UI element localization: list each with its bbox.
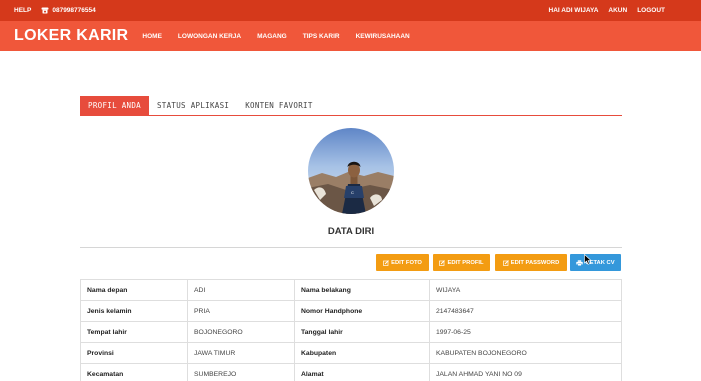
edit-icon [383, 259, 389, 266]
field-label: Tempat lahir [80, 321, 188, 343]
edit-profile-label: EDIT PROFIL [447, 259, 484, 266]
edit-icon [502, 259, 509, 266]
nav-entrepreneurship[interactable]: KEWIRUSAHAAN [356, 33, 410, 40]
top-bar-left: HELP 087998776554 [14, 7, 96, 14]
top-bar: HELP 087998776554 HAI ADI WIJAYA AKUN LO… [0, 0, 701, 21]
field-value: PRIA [187, 300, 295, 322]
edit-photo-label: EDIT FOTO [391, 259, 422, 266]
field-value: KABUPATEN BOJONEGORO [429, 342, 622, 364]
brand-logo[interactable]: LOKER KARIR [14, 27, 128, 45]
tab-application-status[interactable]: STATUS APLIKASI [149, 96, 237, 116]
field-label: Tanggal lahir [294, 321, 430, 343]
field-label: Kabupaten [294, 342, 430, 364]
edit-photo-button[interactable]: EDIT FOTO [376, 254, 429, 271]
account-link[interactable]: AKUN [608, 7, 627, 14]
profile-photo: C [308, 128, 394, 214]
nav-internship[interactable]: MAGANG [257, 33, 287, 40]
field-value: 2147483647 [429, 300, 622, 322]
field-value: ADI [187, 279, 295, 301]
print-cv-button[interactable]: CETAK CV [570, 254, 621, 271]
field-value: WIJAYA [429, 279, 622, 301]
field-value: JALAN AHMAD YANI NO 09 [429, 363, 622, 381]
top-bar-right: HAI ADI WIJAYA AKUN LOGOUT [549, 7, 665, 14]
svg-text:C: C [351, 190, 354, 195]
personal-data-table: Nama depan ADI Nama belakang WIJAYA Jeni… [80, 279, 622, 381]
edit-icon [439, 259, 446, 266]
help-link[interactable]: HELP [14, 7, 31, 14]
field-value: BOJONEGORO [187, 321, 295, 343]
field-label: Kecamatan [80, 363, 188, 381]
field-label: Jenis kelamin [80, 300, 188, 322]
logout-link[interactable]: LOGOUT [637, 7, 665, 14]
table-row: Jenis kelamin PRIA Nomor Handphone 21474… [80, 300, 622, 322]
field-label: Nomor Handphone [294, 300, 430, 322]
field-label: Nama belakang [294, 279, 430, 301]
greeting-link[interactable]: HAI ADI WIJAYA [549, 7, 599, 14]
printer-icon [576, 259, 584, 266]
table-row: Nama depan ADI Nama belakang WIJAYA [80, 279, 622, 301]
main-navbar: LOKER KARIR HOME LOWONGAN KERJA MAGANG T… [0, 21, 701, 51]
table-row: Provinsi JAWA TIMUR Kabupaten KABUPATEN … [80, 342, 622, 364]
tab-profile[interactable]: PROFIL ANDA [80, 96, 149, 116]
field-value: SUMBEREJO [187, 363, 295, 381]
nav-home[interactable]: HOME [142, 33, 162, 40]
field-label: Nama depan [80, 279, 188, 301]
table-row: Kecamatan SUMBEREJO Alamat JALAN AHMAD Y… [80, 363, 622, 381]
phone-number: 087998776554 [52, 7, 96, 14]
mouse-cursor-icon [584, 254, 592, 265]
section-divider [80, 247, 622, 248]
phone-icon [41, 7, 49, 14]
nav-career-tips[interactable]: TIPS KARIR [303, 33, 340, 40]
edit-profile-button[interactable]: EDIT PROFIL [433, 254, 490, 271]
field-value: 1997-06-25 [429, 321, 622, 343]
table-row: Tempat lahir BOJONEGORO Tanggal lahir 19… [80, 321, 622, 343]
edit-password-button[interactable]: EDIT PASSWORD [495, 254, 567, 271]
edit-password-label: EDIT PASSWORD [510, 259, 560, 266]
nav-job-vacancies[interactable]: LOWONGAN KERJA [178, 33, 241, 40]
phone-info: 087998776554 [41, 7, 96, 14]
profile-tabs: PROFIL ANDA STATUS APLIKASI KONTEN FAVOR… [80, 96, 622, 116]
tab-favorite-content[interactable]: KONTEN FAVORIT [237, 96, 320, 116]
section-title: DATA DIRI [327, 226, 375, 237]
field-value: JAWA TIMUR [187, 342, 295, 364]
field-label: Provinsi [80, 342, 188, 364]
field-label: Alamat [294, 363, 430, 381]
